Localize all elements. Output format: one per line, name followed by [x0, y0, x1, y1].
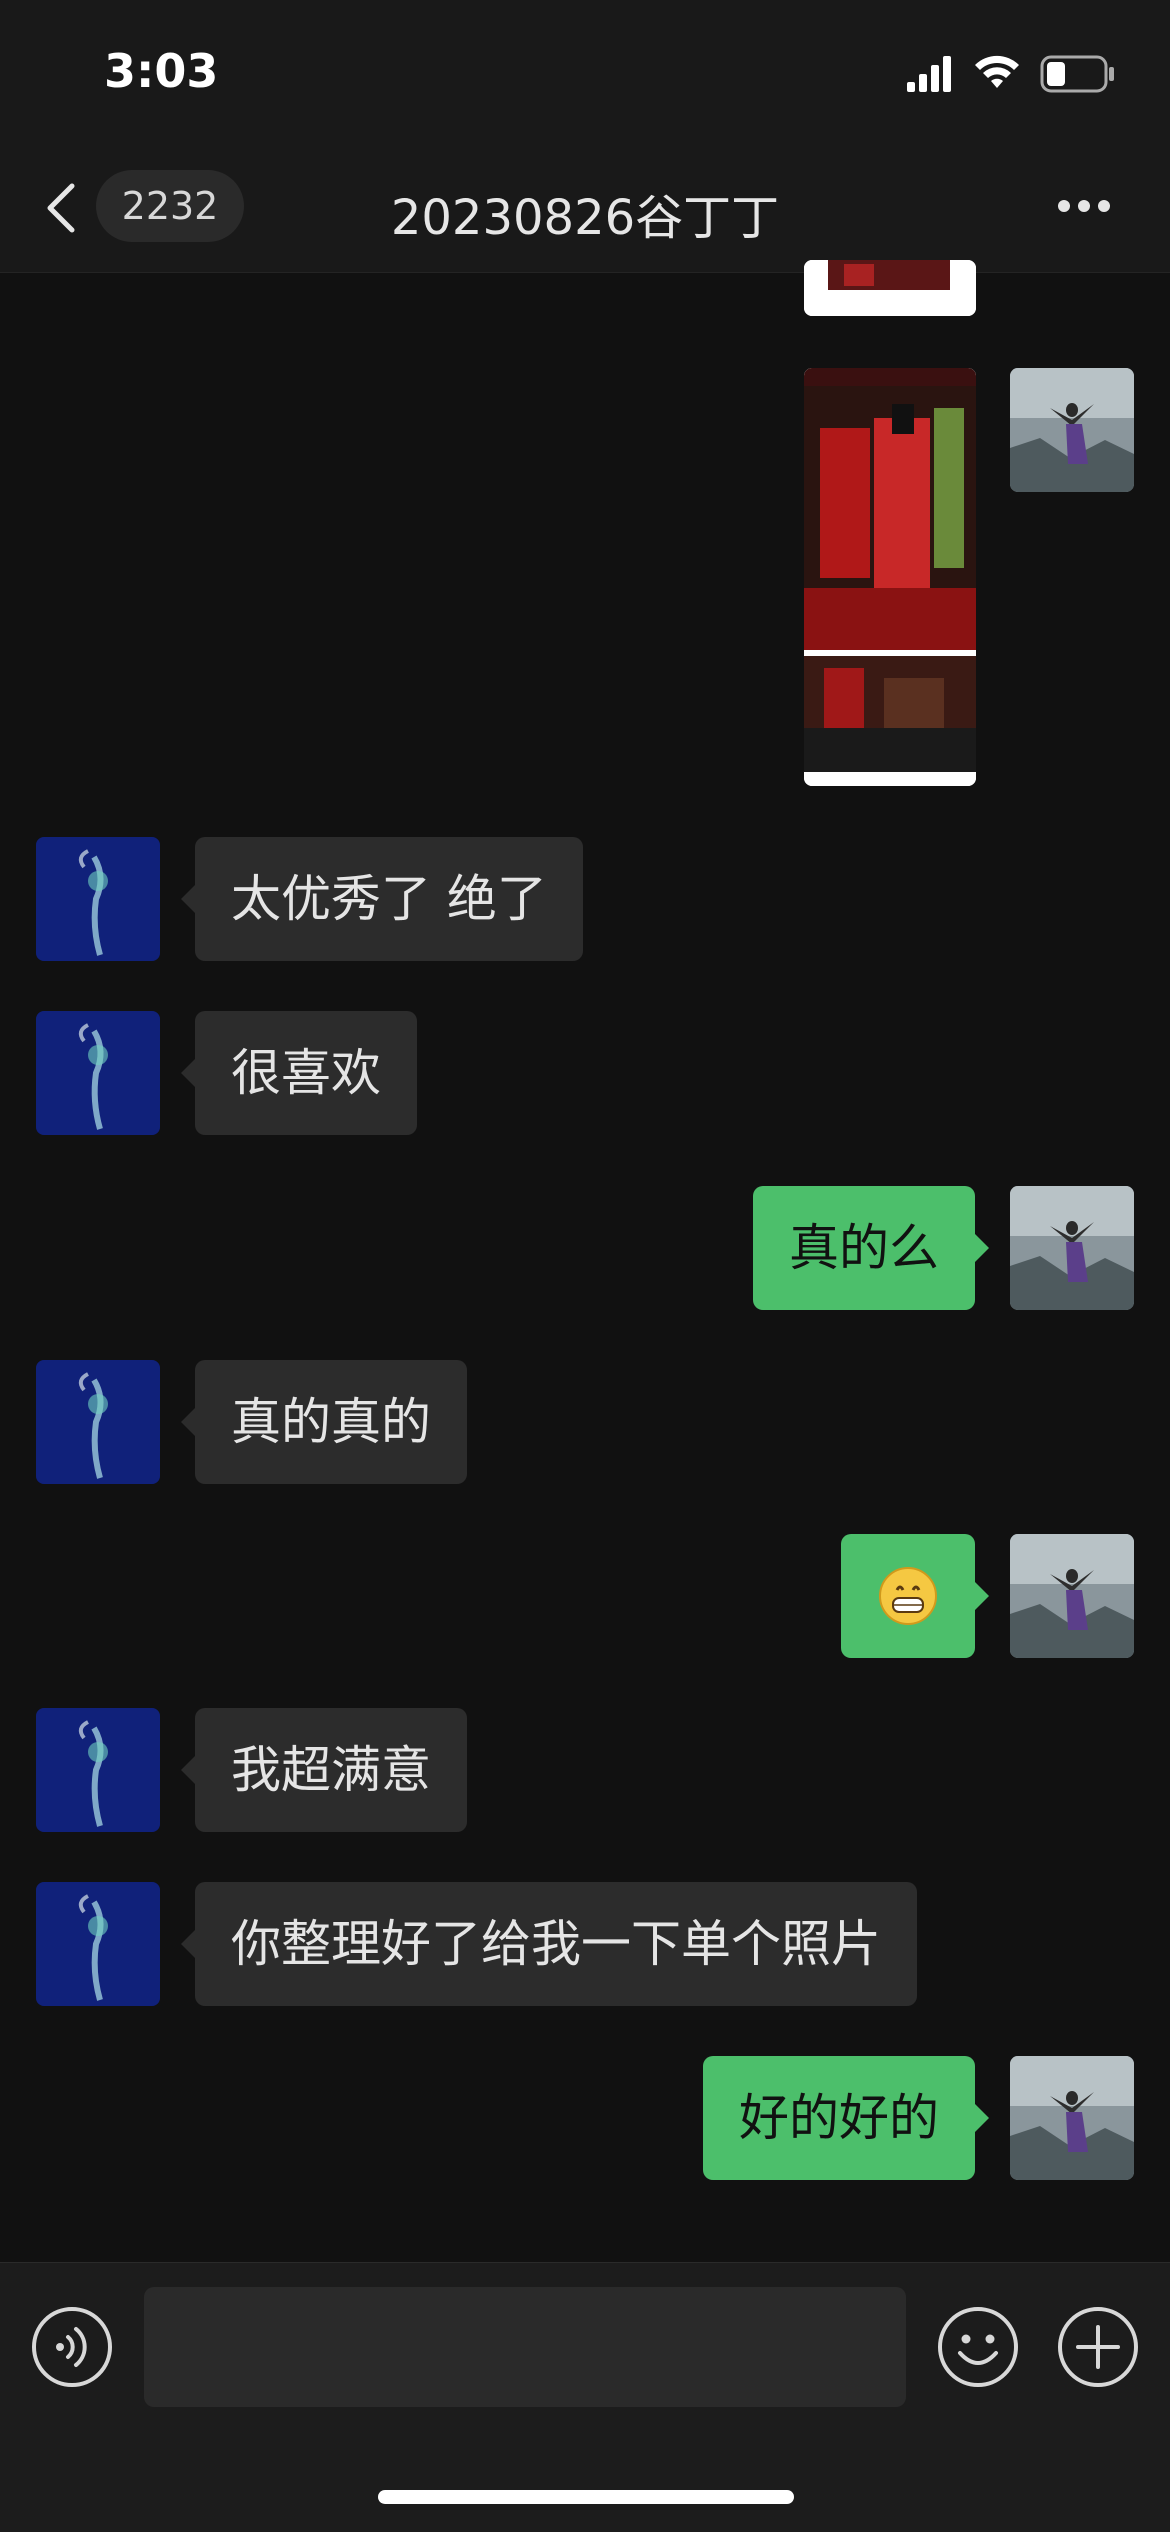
avatar-image	[1010, 1186, 1134, 1310]
avatar-image	[36, 837, 160, 961]
message-bubble[interactable]: 真的么	[753, 1186, 989, 1310]
self-avatar[interactable]	[1010, 368, 1134, 492]
chevron-left-icon[interactable]	[42, 180, 82, 236]
contact-avatar[interactable]	[36, 1011, 160, 1135]
wifi-icon	[975, 55, 1019, 88]
emoji-message-bubble[interactable]: 😁	[841, 1534, 989, 1658]
voice-icon[interactable]	[30, 2305, 114, 2389]
message-bubble[interactable]: 很喜欢	[181, 1011, 417, 1135]
signal-icon	[907, 56, 951, 92]
avatar-image	[1010, 368, 1134, 492]
message-input[interactable]	[144, 2287, 906, 2407]
emoji-icon[interactable]	[936, 2305, 1020, 2389]
message-bubble[interactable]: 太优秀了 绝了	[181, 837, 583, 961]
avatar-image	[36, 1708, 160, 1832]
message-bubble[interactable]: 真的真的	[181, 1360, 467, 1484]
avatar-image	[1010, 2056, 1134, 2180]
home-indicator[interactable]	[378, 2490, 794, 2504]
more-dots-icon[interactable]	[1056, 198, 1112, 214]
avatar-image	[1010, 1534, 1134, 1658]
message-bubble[interactable]: 好的好的	[703, 2056, 989, 2180]
self-avatar[interactable]	[1010, 1534, 1134, 1658]
status-time: 3:03	[104, 44, 219, 98]
status-bar: 3:03	[0, 0, 1170, 140]
self-avatar[interactable]	[1010, 1186, 1134, 1310]
unread-count-badge[interactable]: 2232	[96, 170, 244, 242]
message-bubble[interactable]: 你整理好了给我一下单个照片	[181, 1882, 917, 2006]
battery-icon	[1040, 55, 1114, 93]
contact-avatar[interactable]	[36, 1708, 160, 1832]
chat-header: 2232 20230826谷丁丁	[0, 140, 1170, 273]
message-bubble[interactable]: 我超满意	[181, 1708, 467, 1832]
avatar-image	[36, 1882, 160, 2006]
self-avatar[interactable]	[1010, 2056, 1134, 2180]
image-message[interactable]	[804, 260, 976, 316]
contact-avatar[interactable]	[36, 837, 160, 961]
plus-icon[interactable]	[1056, 2305, 1140, 2389]
photo-thumbnail	[804, 368, 976, 786]
contact-avatar[interactable]	[36, 1882, 160, 2006]
avatar-image	[36, 1360, 160, 1484]
chat-title: 20230826谷丁丁	[390, 190, 780, 246]
chat-screen: 3:03 2232 20230826谷丁丁 太优秀了 绝了 很喜欢 真的么 真的…	[0, 0, 1170, 2532]
photo-thumbnail	[804, 260, 976, 316]
image-message[interactable]	[804, 368, 976, 786]
avatar-image	[36, 1011, 160, 1135]
contact-avatar[interactable]	[36, 1360, 160, 1484]
grinning-face-icon	[879, 1567, 937, 1625]
